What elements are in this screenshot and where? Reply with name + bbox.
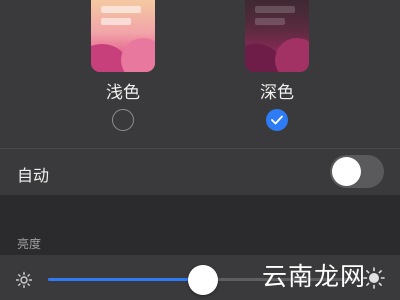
divider [0,148,400,149]
dark-mode-preview[interactable] [245,0,309,72]
preview-wallpaper-shape [121,38,155,72]
light-mode-label: 浅色 [106,83,140,103]
brightness-section-label: 亮度 [17,237,42,251]
preview-bar [101,6,141,13]
light-mode-radio[interactable] [112,109,134,131]
toggle-knob [332,157,361,186]
sun-small-icon [15,271,33,289]
dark-mode-radio[interactable] [266,109,288,131]
brightness-fill [48,278,203,281]
appearance-card: 浅色 深色 自动 [0,0,400,195]
auto-toggle[interactable] [330,155,384,188]
checkmark-icon [271,115,283,125]
preview-wallpaper-shape [275,38,309,72]
preview-bar [101,18,131,25]
sun-large-icon [363,267,385,289]
dark-mode-label: 深色 [260,83,294,103]
watermark-text: 云南龙网 [262,262,367,291]
auto-label: 自动 [17,166,50,185]
preview-bar [255,6,295,13]
brightness-slider-thumb[interactable] [188,265,218,295]
light-mode-preview[interactable] [91,0,155,72]
preview-bar [255,18,285,25]
